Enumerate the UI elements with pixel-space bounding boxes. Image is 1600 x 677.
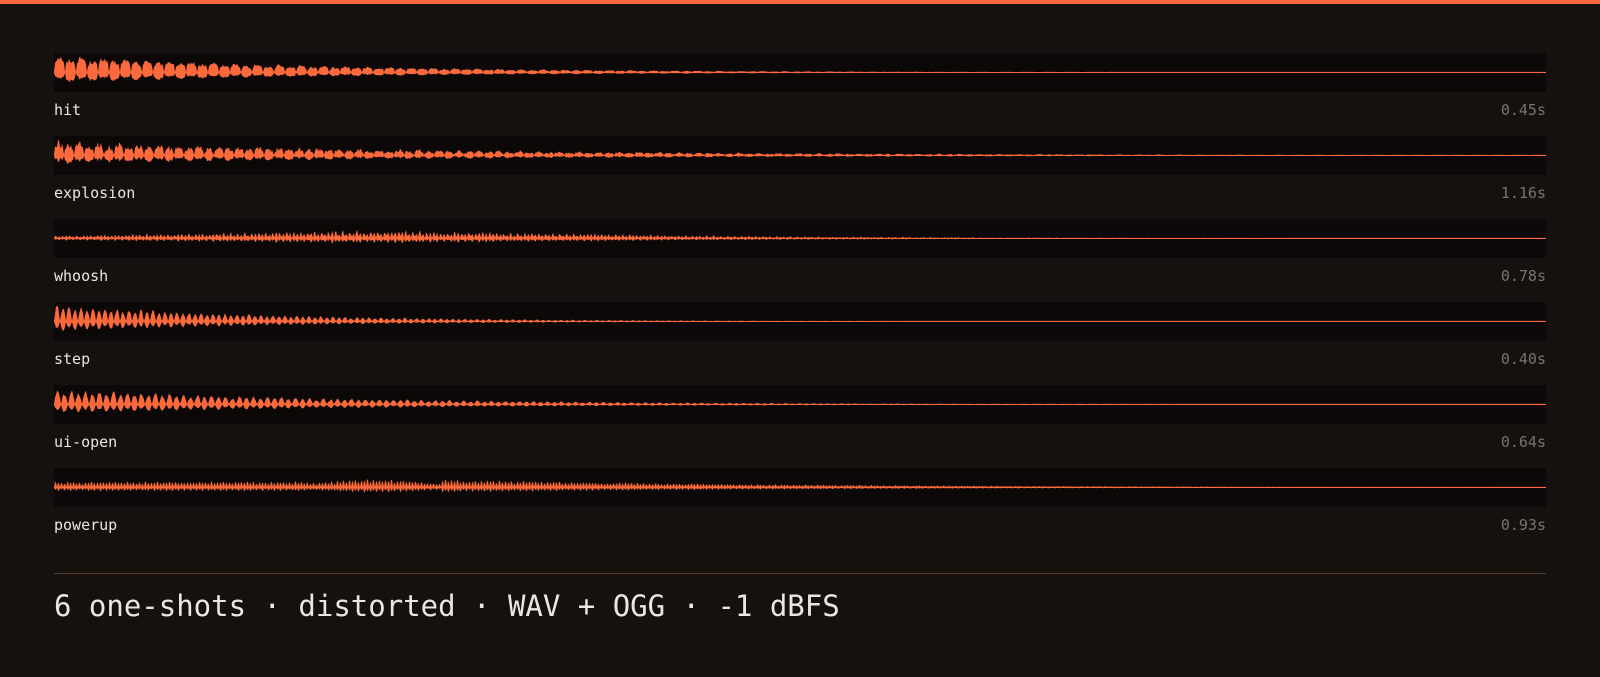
waveform-svg <box>54 229 1546 244</box>
sound-duration: 1.16s <box>1500 184 1546 202</box>
waveform-powerup <box>54 468 1546 507</box>
waveform-path <box>54 56 1546 83</box>
waveform-svg <box>54 479 1546 493</box>
waveform-svg <box>54 140 1546 165</box>
divider <box>54 573 1546 574</box>
sound-row-step[interactable]: step 0.40s <box>54 302 1546 385</box>
waveform-whoosh <box>54 219 1546 258</box>
waveform-path <box>54 305 1546 331</box>
waveform-path <box>54 479 1546 493</box>
sound-row-hit[interactable]: hit 0.45s <box>54 53 1546 136</box>
sound-name: hit <box>54 101 82 119</box>
waveform-step <box>54 302 1546 341</box>
sound-duration: 0.93s <box>1500 516 1546 534</box>
sound-name: whoosh <box>54 267 109 285</box>
waveform-path <box>54 140 1546 165</box>
sound-name: ui-open <box>54 433 118 451</box>
sound-list: hit 0.45s explosion 1.16s whoosh 0.78s s… <box>54 53 1546 551</box>
waveform-hit <box>54 53 1546 92</box>
sound-duration: 0.64s <box>1500 433 1546 451</box>
waveform-path <box>54 390 1546 413</box>
sound-name: step <box>54 350 91 368</box>
waveform-svg <box>54 56 1546 83</box>
sound-row-powerup[interactable]: powerup 0.93s <box>54 468 1546 551</box>
waveform-svg <box>54 390 1546 413</box>
waveform-ui-open <box>54 385 1546 424</box>
sound-row-whoosh[interactable]: whoosh 0.78s <box>54 219 1546 302</box>
waveform-path <box>54 229 1546 244</box>
sound-duration: 0.40s <box>1500 350 1546 368</box>
footer-summary: 6 one-shots · distorted · WAV + OGG · -1… <box>54 589 840 623</box>
waveform-svg <box>54 305 1546 331</box>
sound-row-ui-open[interactable]: ui-open 0.64s <box>54 385 1546 468</box>
sound-row-explosion[interactable]: explosion 1.16s <box>54 136 1546 219</box>
sound-name: powerup <box>54 516 118 534</box>
sound-duration: 0.78s <box>1500 267 1546 285</box>
waveform-explosion <box>54 136 1546 175</box>
sound-name: explosion <box>54 184 136 202</box>
sound-duration: 0.45s <box>1500 101 1546 119</box>
accent-top-bar <box>0 0 1600 4</box>
